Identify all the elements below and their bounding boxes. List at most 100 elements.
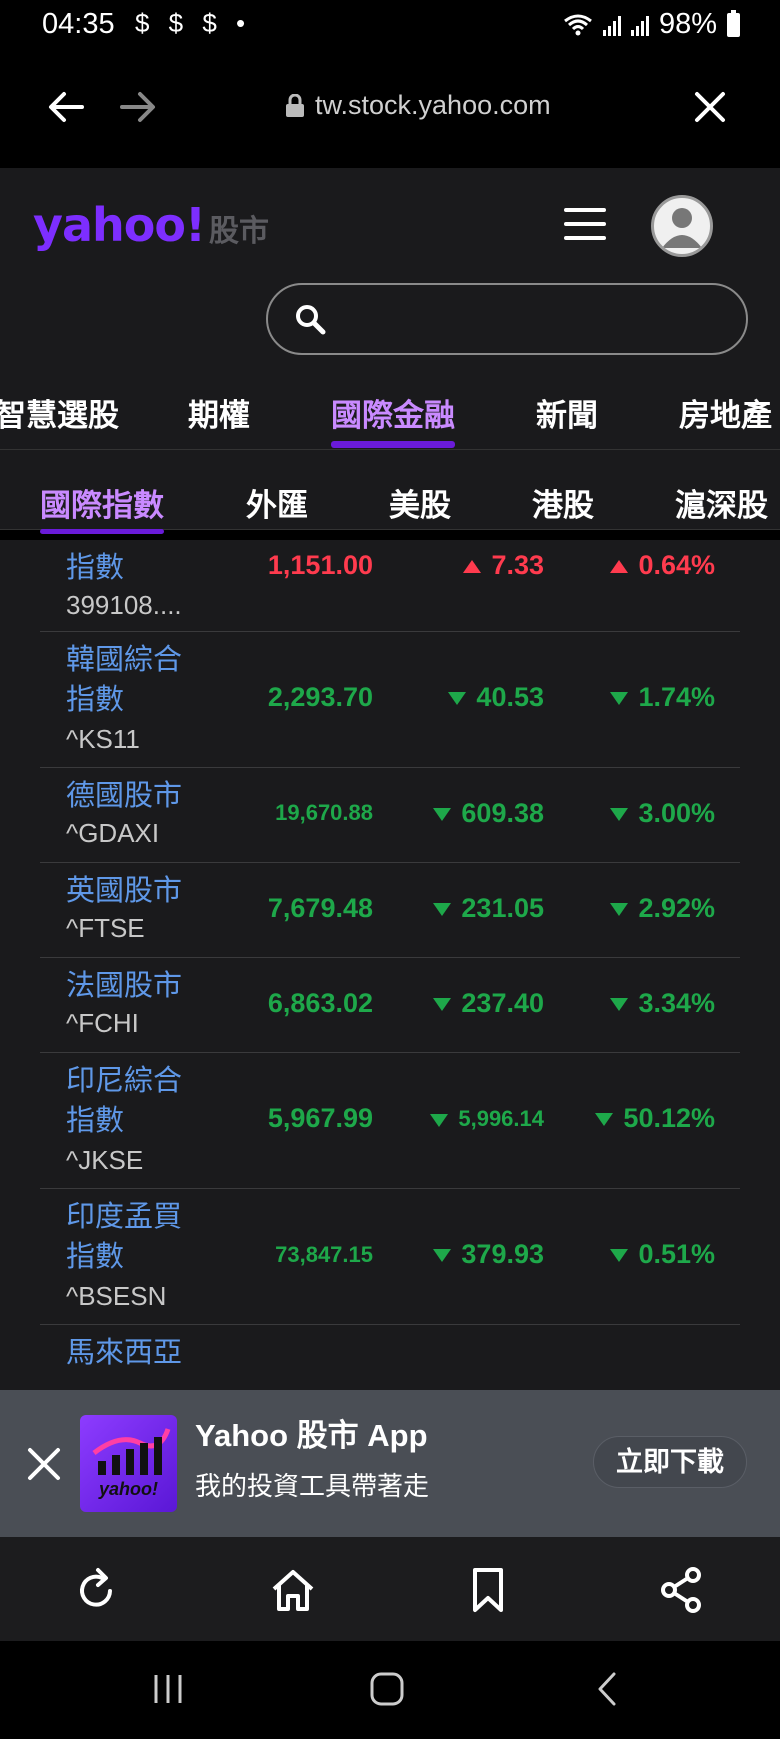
subtab-hk-stocks[interactable]: 港股	[532, 480, 594, 540]
tab-label: 新聞	[536, 398, 598, 433]
share-icon[interactable]	[657, 1565, 707, 1615]
table-row[interactable]: 指數 399108.... 1,151.00 7.33 0.64%	[40, 540, 740, 632]
percent-value: 50.12%	[623, 1103, 715, 1133]
recent-apps-icon[interactable]	[150, 1671, 186, 1707]
down-triangle-icon	[610, 1249, 629, 1263]
index-price: 19,670.88	[275, 800, 373, 825]
index-name-line2: 指數	[66, 1241, 125, 1273]
index-price: 5,967.99	[267, 1103, 373, 1133]
table-row[interactable]: 印尼綜合 指數 ^JKSE 5,967.99 5,996.14 50.12%	[40, 1053, 740, 1189]
index-price: 7,679.48	[267, 893, 373, 923]
percent-value: 1.74%	[638, 682, 715, 712]
index-price: 73,847.15	[275, 1242, 373, 1267]
back-button-icon[interactable]	[590, 1671, 626, 1707]
main-tabs: 智慧選股 期權 國際金融 新聞 房地產	[0, 390, 780, 450]
search-icon	[296, 305, 326, 335]
sub-tabs: 國際指數 外匯 美股 港股 滬深股	[0, 470, 780, 534]
close-icon[interactable]	[26, 1446, 62, 1482]
change-value: 237.40	[461, 988, 544, 1018]
wifi-icon	[564, 14, 592, 35]
down-triangle-icon	[610, 903, 629, 917]
index-name: 印尼綜合	[66, 1065, 183, 1097]
tab-options[interactable]: 期權	[188, 390, 250, 450]
tab-real-estate[interactable]: 房地產	[679, 390, 772, 450]
index-name: 法國股市	[66, 970, 183, 1002]
subtab-international-index[interactable]: 國際指數	[40, 480, 164, 540]
tab-international-finance[interactable]: 國際金融	[331, 390, 455, 450]
subtab-label: 外匯	[246, 488, 308, 523]
close-icon[interactable]	[688, 85, 732, 129]
percent-value: 3.00%	[638, 798, 715, 828]
subtab-label: 港股	[532, 488, 594, 523]
table-row[interactable]: 韓國綜合 指數 ^KS11 2,293.70 40.53 1.74%	[40, 632, 740, 768]
index-symbol: ^JKSE	[66, 1145, 144, 1175]
url-text: tw.stock.yahoo.com	[315, 90, 551, 120]
subtab-china-stocks[interactable]: 滬深股	[675, 480, 768, 540]
change-value: 5,996.14	[458, 1106, 544, 1131]
down-triangle-icon	[448, 692, 467, 706]
avatar[interactable]	[651, 195, 713, 257]
active-tab-underline	[331, 441, 455, 448]
table-row[interactable]: 法國股市 ^FCHI 6,863.02 237.40 3.34%	[40, 958, 740, 1053]
index-change: 609.38	[433, 798, 544, 829]
index-percent: 2.92%	[610, 893, 715, 924]
change-value: 40.53	[476, 682, 544, 712]
lock-icon	[286, 93, 304, 117]
app-title: Yahoo 股市 App	[195, 1418, 428, 1453]
home-button-icon[interactable]	[369, 1671, 405, 1707]
status-indicators: $ $ $ •	[135, 8, 252, 38]
subtab-us-stocks[interactable]: 美股	[389, 480, 451, 540]
index-price: 1,151.00	[267, 550, 373, 580]
forward-arrow-icon[interactable]	[116, 85, 160, 129]
table-row[interactable]: 德國股市 ^GDAXI 19,670.88 609.38 3.00%	[40, 768, 740, 863]
user-icon	[662, 208, 702, 248]
logo-text: yahoo!	[33, 198, 206, 252]
down-triangle-icon	[433, 1249, 452, 1263]
browser-bar: tw.stock.yahoo.com	[0, 50, 780, 168]
download-button[interactable]: 立即下載	[593, 1436, 747, 1488]
index-change: 7.33	[463, 550, 544, 581]
tab-smart-pick[interactable]: 智慧選股	[0, 390, 119, 450]
down-triangle-icon	[433, 808, 452, 822]
bookmark-icon[interactable]	[463, 1565, 513, 1615]
status-time: 04:35	[42, 8, 115, 40]
table-row[interactable]: 馬來西亞	[40, 1325, 740, 1390]
change-value: 7.33	[491, 550, 544, 580]
yahoo-logo[interactable]: yahoo! 股市	[33, 198, 269, 252]
logo-subtitle: 股市	[208, 215, 269, 248]
app-icon: yahoo!	[80, 1415, 177, 1512]
down-triangle-icon	[610, 692, 629, 706]
app-icon-label: yahoo!	[98, 1479, 158, 1499]
subtab-forex[interactable]: 外匯	[246, 480, 308, 540]
signal-icon-2	[630, 14, 649, 36]
battery-percent: 98%	[658, 8, 717, 40]
active-subtab-underline	[40, 529, 164, 534]
hamburger-menu-icon[interactable]	[564, 208, 606, 242]
index-change: 231.05	[433, 893, 544, 924]
index-symbol: ^BSESN	[66, 1281, 167, 1311]
home-icon[interactable]	[268, 1565, 318, 1615]
tab-news[interactable]: 新聞	[536, 390, 598, 450]
url-bar[interactable]: tw.stock.yahoo.com	[285, 90, 551, 121]
signal-icon	[602, 14, 621, 36]
down-triangle-icon	[430, 1113, 449, 1127]
change-value: 231.05	[461, 893, 544, 923]
subtab-label: 滬深股	[675, 488, 768, 523]
index-name: 德國股市	[66, 780, 183, 812]
index-percent: 3.00%	[610, 798, 715, 829]
reload-icon[interactable]	[72, 1565, 122, 1615]
change-value: 609.38	[461, 798, 544, 828]
index-percent: 0.51%	[610, 1239, 715, 1270]
battery-icon	[727, 9, 740, 37]
back-arrow-icon[interactable]	[44, 85, 88, 129]
percent-value: 3.34%	[638, 988, 715, 1018]
table-row[interactable]: 印度孟買 指數 ^BSESN 73,847.15 379.93 0.51%	[40, 1189, 740, 1325]
index-name-line2: 指數	[66, 684, 125, 716]
index-change: 5,996.14	[430, 1106, 544, 1132]
index-symbol: ^FTSE	[66, 913, 145, 943]
table-row[interactable]: 英國股市 ^FTSE 7,679.48 231.05 2.92%	[40, 863, 740, 958]
index-name-line2: 指數	[66, 1105, 125, 1137]
search-input[interactable]	[266, 283, 748, 355]
tab-label: 國際金融	[331, 398, 455, 433]
index-name: 指數	[66, 552, 125, 584]
